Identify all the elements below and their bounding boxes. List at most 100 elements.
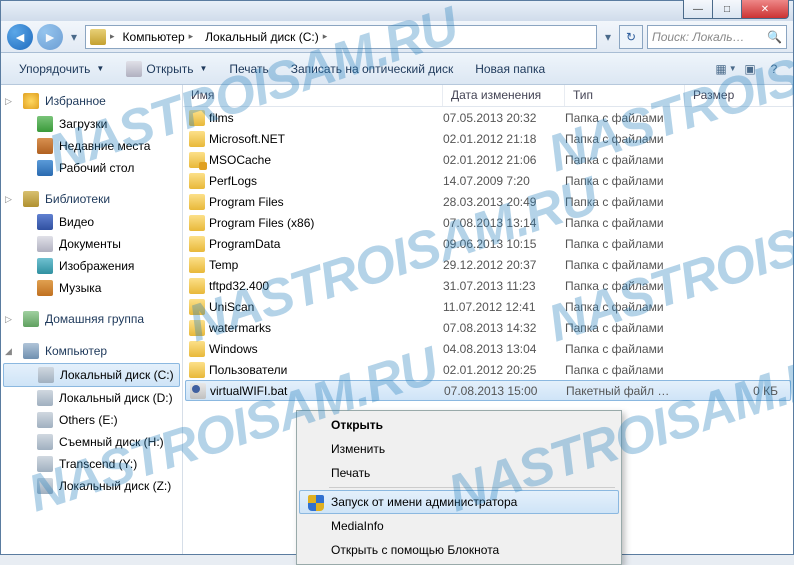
close-button[interactable]: ✕	[741, 0, 789, 19]
minimize-button[interactable]: —	[683, 0, 713, 19]
header-date[interactable]: Дата изменения	[443, 85, 565, 106]
file-date: 11.07.2012 12:41	[443, 300, 565, 314]
sidebar-downloads[interactable]: Загрузки	[1, 113, 182, 135]
search-input[interactable]: Поиск: Локаль… 🔍	[647, 25, 787, 49]
context-menu: Открыть Изменить Печать Запуск от имени …	[296, 410, 622, 565]
open-icon	[126, 61, 142, 77]
pictures-icon	[37, 258, 53, 274]
sidebar-documents[interactable]: Документы	[1, 233, 182, 255]
file-name: UniScan	[209, 300, 254, 314]
file-row[interactable]: PerfLogs14.07.2009 7:20Папка с файлами	[183, 170, 793, 191]
sidebar-computer[interactable]: ◢Компьютер	[1, 339, 182, 363]
file-row[interactable]: MSOCache02.01.2012 21:06Папка с файлами	[183, 149, 793, 170]
open-button[interactable]: Открыть▼	[116, 57, 217, 81]
refresh-button[interactable]: ↻	[619, 25, 643, 49]
sidebar-favorites[interactable]: ▷Избранное	[1, 89, 182, 113]
sidebar-desktop[interactable]: Рабочий стол	[1, 157, 182, 179]
ctx-print[interactable]: Печать	[299, 461, 619, 485]
file-row[interactable]: UniScan 11.07.2012 12:41Папка с файлами	[183, 296, 793, 317]
file-row[interactable]: Temp29.12.2012 20:37Папка с файлами	[183, 254, 793, 275]
file-row[interactable]: ProgramData09.06.2013 10:15Папка с файла…	[183, 233, 793, 254]
drive-icon	[37, 434, 53, 450]
sidebar-drive-z[interactable]: Локальный диск (Z:)	[1, 475, 182, 497]
file-name: Program Files	[209, 195, 284, 209]
file-row[interactable]: Program Files28.03.2013 20:49Папка с фай…	[183, 191, 793, 212]
file-date: 02.01.2012 21:18	[443, 132, 565, 146]
address-bar[interactable]: ▸ Компьютер▸ Локальный диск (C:)▸	[85, 25, 597, 49]
sidebar-music[interactable]: Музыка	[1, 277, 182, 299]
file-row[interactable]: Microsoft.NET02.01.2012 21:18Папка с фай…	[183, 128, 793, 149]
preview-pane-button[interactable]: ▣	[739, 58, 761, 80]
file-date: 07.08.2013 14:32	[443, 321, 565, 335]
folder-icon	[189, 341, 205, 357]
breadcrumb-segment[interactable]: Локальный диск (C:)▸	[201, 28, 331, 46]
file-type: Папка с файлами	[565, 279, 685, 293]
address-dropdown[interactable]: ▾	[601, 27, 615, 47]
forward-button[interactable]: ►	[37, 24, 63, 50]
file-row[interactable]: films07.05.2013 20:32Папка с файлами	[183, 107, 793, 128]
file-date: 02.01.2012 21:06	[443, 153, 565, 167]
sidebar-drive-y[interactable]: Transcend (Y:)	[1, 453, 182, 475]
help-button[interactable]: ?	[763, 58, 785, 80]
file-type: Папка с файлами	[565, 174, 685, 188]
new-folder-button[interactable]: Новая папка	[465, 58, 555, 80]
file-type: Папка с файлами	[565, 300, 685, 314]
homegroup-icon	[23, 311, 39, 327]
file-type: Папка с файлами	[565, 258, 685, 272]
file-row[interactable]: Windows04.08.2013 13:04Папка с файлами	[183, 338, 793, 359]
history-dropdown[interactable]: ▾	[67, 27, 81, 47]
file-type: Папка с файлами	[565, 153, 685, 167]
file-type: Папка с файлами	[565, 195, 685, 209]
folder-icon	[189, 278, 205, 294]
file-date: 07.08.2013 13:14	[443, 216, 565, 230]
print-button[interactable]: Печать	[219, 58, 278, 80]
ctx-open[interactable]: Открыть	[299, 413, 619, 437]
sidebar-drive-d[interactable]: Локальный диск (D:)	[1, 387, 182, 409]
ctx-mediainfo[interactable]: MediaInfo	[299, 514, 619, 538]
sidebar-homegroup[interactable]: ▷Домашняя группа	[1, 307, 182, 331]
burn-button[interactable]: Записать на оптический диск	[281, 58, 464, 80]
sidebar: ▷Избранное Загрузки Недавние места Рабоч…	[1, 85, 183, 554]
drive-icon	[37, 412, 53, 428]
sidebar-drive-e[interactable]: Others (E:)	[1, 409, 182, 431]
bat-file-icon	[190, 383, 206, 399]
breadcrumb-segment[interactable]: Компьютер▸	[119, 28, 198, 46]
drive-icon	[37, 478, 53, 494]
file-row[interactable]: Program Files (x86)07.08.2013 13:14Папка…	[183, 212, 793, 233]
ctx-notepad[interactable]: Открыть с помощью Блокнота	[299, 538, 619, 562]
header-size[interactable]: Размер	[685, 85, 793, 106]
organize-button[interactable]: Упорядочить▼	[9, 58, 114, 80]
drive-icon	[38, 367, 54, 383]
sidebar-videos[interactable]: Видео	[1, 211, 182, 233]
video-icon	[37, 214, 53, 230]
sidebar-drive-h[interactable]: Съемный диск (H:)	[1, 431, 182, 453]
drive-icon	[37, 456, 53, 472]
file-date: 14.07.2009 7:20	[443, 174, 565, 188]
sidebar-pictures[interactable]: Изображения	[1, 255, 182, 277]
column-headers[interactable]: Имя Дата изменения Тип Размер	[183, 85, 793, 107]
folder-icon	[189, 194, 205, 210]
libraries-icon	[23, 191, 39, 207]
maximize-button[interactable]: □	[712, 0, 742, 19]
header-name[interactable]: Имя	[183, 85, 443, 106]
search-icon: 🔍	[767, 30, 782, 44]
view-button[interactable]: ▦▼	[715, 58, 737, 80]
folder-icon	[189, 131, 205, 147]
folder-icon	[189, 299, 205, 315]
back-button[interactable]: ◄	[7, 24, 33, 50]
sidebar-recent[interactable]: Недавние места	[1, 135, 182, 157]
file-row[interactable]: watermarks07.08.2013 14:32Папка с файлам…	[183, 317, 793, 338]
file-row[interactable]: Пользователи02.01.2012 20:25Папка с файл…	[183, 359, 793, 380]
ctx-edit[interactable]: Изменить	[299, 437, 619, 461]
file-type: Папка с файлами	[565, 237, 685, 251]
ctx-run-as-admin[interactable]: Запуск от имени администратора	[299, 490, 619, 514]
file-name: Program Files (x86)	[209, 216, 314, 230]
sidebar-libraries[interactable]: ▷Библиотеки	[1, 187, 182, 211]
sidebar-drive-c[interactable]: Локальный диск (C:)	[3, 363, 180, 387]
file-row[interactable]: virtualWIFI.bat07.08.2013 15:00Пакетный …	[185, 380, 791, 401]
file-name: Windows	[209, 342, 258, 356]
file-row[interactable]: tftpd32.40031.07.2013 11:23Папка с файла…	[183, 275, 793, 296]
file-type: Папка с файлами	[565, 111, 685, 125]
folder-icon	[189, 152, 205, 168]
header-type[interactable]: Тип	[565, 85, 685, 106]
